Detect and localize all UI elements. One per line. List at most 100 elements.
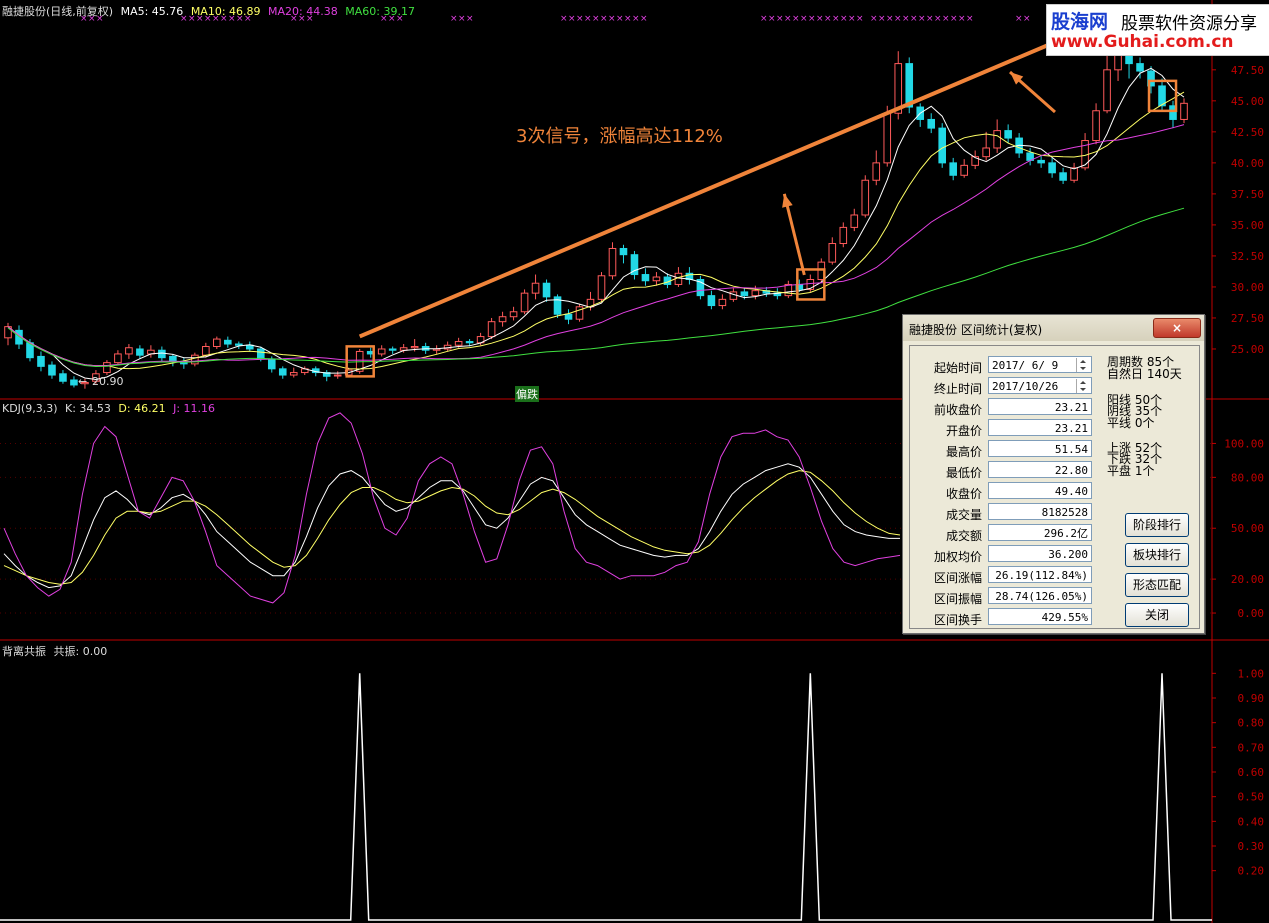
dialog-close-button[interactable]: × <box>1153 318 1201 338</box>
price-tick-label: 25.00 <box>1231 343 1264 356</box>
field-label: 区间振幅 <box>933 592 982 606</box>
signal-tick-label: 0.40 <box>1238 815 1265 828</box>
candle-body <box>883 112 892 164</box>
field-label: 区间涨幅 <box>933 571 982 585</box>
signal-x-mark: × <box>800 14 808 24</box>
candle-body <box>245 344 254 350</box>
candle-body <box>1070 167 1078 181</box>
field-row: 区间涨幅 26.19(112.84%) <box>910 566 1100 586</box>
date-field[interactable]: 2017/10/26 <box>988 377 1092 394</box>
signal-x-mark: × <box>616 14 624 24</box>
candle-body <box>256 348 265 360</box>
candle-body <box>993 130 1001 149</box>
candle-body <box>575 306 584 320</box>
field-value-text: 2017/ 6/ 9 <box>992 359 1059 372</box>
date-spinner[interactable] <box>1076 379 1089 393</box>
candle-body <box>267 358 276 370</box>
watermark-logo: 股海网 股票软件资源分享 www.Guhai.com.cn <box>1046 4 1269 56</box>
close-button[interactable]: 关闭 <box>1125 603 1189 627</box>
signal-x-mark: × <box>918 14 926 24</box>
candle-body <box>520 292 529 313</box>
field-value-text: 51.54 <box>1054 443 1088 456</box>
candle-body <box>1136 63 1144 72</box>
field-row: 最高价 51.54 <box>910 440 1100 460</box>
dialog-titlebar[interactable]: 融捷股份 区间统计(复权) × <box>903 315 1204 341</box>
signal-x-mark: × <box>592 14 600 24</box>
field-row: 成交量 8182528 <box>910 503 1100 523</box>
signal-pane[interactable]: 1.00 0.90 0.80 0.70 0.60 0.50 0.40 0.30 0.20 背离共… <box>0 641 1269 923</box>
candle-body <box>641 274 650 282</box>
ma60-label: MA60: 39.17 <box>345 5 415 18</box>
stock-title: 融捷股份(日线,前复权) <box>2 5 114 18</box>
signal-x-mark: × <box>776 14 784 24</box>
field-value-text: 22.80 <box>1054 464 1088 477</box>
signal-x-mark: × <box>640 14 648 24</box>
price-tick-label: 47.50 <box>1231 64 1264 77</box>
signal-header: 背离共振 共振: 0.00 <box>2 643 111 659</box>
signal-x-mark: × <box>450 14 458 24</box>
watermark-tagline: 股票软件资源分享 <box>1121 14 1257 34</box>
signal-x-mark: × <box>966 14 974 24</box>
signal-x-mark: × <box>576 14 584 24</box>
signal-x-mark: × <box>870 14 878 24</box>
price-tick-label: 32.50 <box>1231 250 1264 263</box>
date-spinner[interactable] <box>1076 358 1089 372</box>
date-field[interactable]: 2017/ 6/ 9 <box>988 356 1092 373</box>
candle-body <box>531 282 540 294</box>
signal-value: 共振: 0.00 <box>53 645 108 658</box>
field-label: 区间换手 <box>933 613 982 627</box>
kdj-name: KDJ(9,3,3) <box>2 402 58 415</box>
kdj-d: D: 46.21 <box>118 402 166 415</box>
kdj-tick-label: 100.00 <box>1224 437 1264 450</box>
trend-line <box>358 38 1061 339</box>
signal-annotation: 3次信号，涨幅高达112% <box>516 126 723 147</box>
candle-body <box>377 348 386 355</box>
stage-rank-button[interactable]: 阶段排行 <box>1125 513 1189 537</box>
field-value: 429.55% <box>988 608 1092 625</box>
signal-chart[interactable]: 1.00 0.90 0.80 0.70 0.60 0.50 0.40 0.30 0.20 <box>0 641 1269 923</box>
kdj-tick-label: 20.00 <box>1231 573 1264 586</box>
signal-x-mark: × <box>466 14 474 24</box>
candle-body <box>333 374 342 377</box>
candle-body <box>114 353 122 364</box>
signal-x-mark: × <box>934 14 942 24</box>
kdj-tick-label: 0.00 <box>1238 607 1265 620</box>
signal-tick-label: 0.70 <box>1238 741 1265 754</box>
field-label: 前收盘价 <box>933 403 982 417</box>
field-value-text: 8182528 <box>1041 506 1088 519</box>
signal-x-mark: × <box>950 14 958 24</box>
signal-x-mark: × <box>840 14 848 24</box>
candle-body <box>850 214 859 228</box>
signal-x-mark: × <box>584 14 592 24</box>
candle-body <box>905 63 914 108</box>
field-label: 最高价 <box>945 445 982 459</box>
sector-rank-button[interactable]: 板块排行 <box>1125 543 1189 567</box>
field-row: 区间换手 429.55% <box>910 608 1100 628</box>
pattern-match-button[interactable]: 形态匹配 <box>1125 573 1189 597</box>
signal-tick-label: 0.90 <box>1238 692 1265 705</box>
interval-stats-dialog[interactable]: 融捷股份 区间统计(复权) × 起始时间 2017/ 6/ 9 终止时间 2017/1… <box>902 314 1205 634</box>
candle-body <box>235 343 243 346</box>
signal-x-mark: × <box>902 14 910 24</box>
signal-x-mark: × <box>816 14 824 24</box>
candle-body <box>1037 159 1045 164</box>
signal-x-mark: × <box>1023 14 1031 24</box>
low-price-label: 20.90 <box>92 375 124 388</box>
kdj-d-line <box>3 470 901 585</box>
candle-body <box>509 311 518 318</box>
candle-body <box>949 162 957 176</box>
signal-tick-label: 0.60 <box>1238 766 1265 779</box>
stat-flat: 平线 0个 <box>1107 416 1155 430</box>
candle-body <box>960 164 968 176</box>
signal-x-mark: × <box>824 14 832 24</box>
candle-body <box>289 372 298 376</box>
kdj-tick-label: 80.00 <box>1231 471 1264 484</box>
kdj-j-line <box>3 412 901 604</box>
field-label: 终止时间 <box>933 382 982 396</box>
signal-x-mark: × <box>886 14 894 24</box>
field-row: 收盘价 49.40 <box>910 482 1100 502</box>
signal-x-mark: × <box>894 14 902 24</box>
candle-body <box>542 282 551 298</box>
field-value-text: 36.200 <box>1048 548 1088 561</box>
candle-body <box>202 346 210 356</box>
